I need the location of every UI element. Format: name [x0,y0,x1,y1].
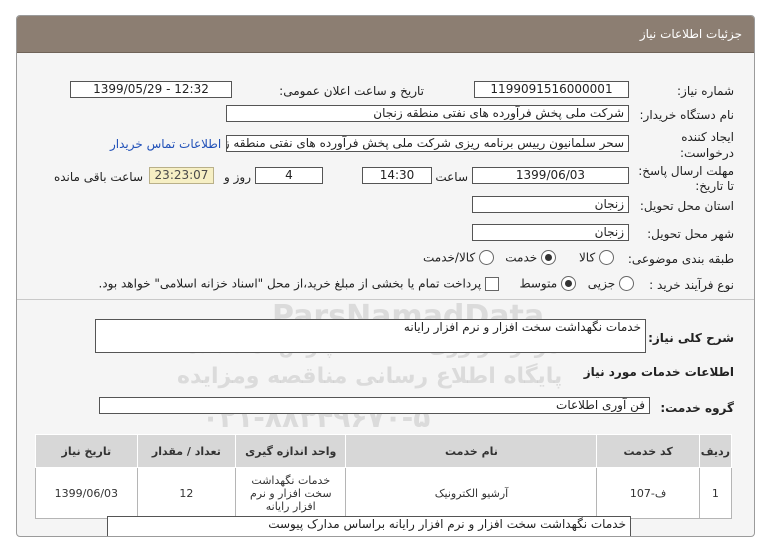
category-label: طبقه بندی موضوعی: [627,252,734,266]
col-unit: واحد اندازه گیری [235,434,347,468]
table-row: 1 ف-107 آرشیو الکترونیک خدمات نگهداشت سخ… [35,467,733,519]
radio-goods-service[interactable] [479,250,494,265]
deadline-date-field: 1399/06/03 [472,167,629,184]
services-info-title: اطلاعات خدمات مورد نیاز [583,365,734,379]
deadline-time-label: ساعت [435,170,468,184]
panel-title: جزئیات اطلاعات نیاز [17,16,754,53]
buyer-org-field: شرکت ملی پخش فرآورده های نفتی منطقه زنجا… [226,105,629,122]
deadline-time-field: 14:30 [362,167,432,184]
service-group-field: فن آوری اطلاعات [99,397,650,414]
summary-label: شرح کلی نیاز: [648,331,734,345]
description-field: خدمات نگهداشت سخت افزار و نرم افزار رایا… [107,516,631,536]
radio-goods[interactable] [599,250,614,265]
category-option-goods[interactable]: کالا [579,250,614,265]
watermark-line-3: پایگاه اطلاع رسانی مناقصه ومزایده [177,364,563,389]
deadline-label-1: مهلت ارسال پاسخ: [638,164,734,178]
service-group-label: گروه خدمت: [660,401,734,415]
treasury-checkbox-label: پرداخت تمام یا بخشی از مبلغ خرید،از محل … [98,276,482,291]
cell-need-date: 1399/06/03 [35,467,138,519]
requester-label-2: درخواست: [680,146,734,160]
category-option-service-label: خدمت [505,250,538,265]
divider-1 [17,299,754,300]
col-need-date: تاریخ نیاز [35,434,138,468]
remaining-time-field: 23:23:07 [149,167,214,184]
summary-field: خدمات نگهداشت سخت افزار و نرم افزار رایا… [95,319,646,353]
need-number-label: شماره نیاز: [677,84,734,98]
cell-row-number: 1 [698,467,733,519]
need-number-field: 1199091516000001 [474,81,629,98]
province-label: استان محل تحویل: [639,199,734,213]
days-label: روز و [224,170,251,184]
purchase-option-medium-label: متوسط [519,276,558,291]
buyer-contact-link[interactable]: اطلاعات تماس خریدار [110,137,221,151]
cell-quantity: 12 [136,467,237,519]
remaining-label: ساعت باقی مانده [53,170,143,184]
services-table: ردیف کد خدمت نام خدمت واحد اندازه گیری ت… [35,434,733,519]
cell-unit: خدمات نگهداشت سخت افزار و نرم افزار رایا… [235,467,347,519]
need-details-panel: جزئیات اطلاعات نیاز ParsNamadData مرکز ف… [16,15,755,537]
purchase-option-minor-label: جزیی [587,276,616,291]
col-row-number: ردیف [698,434,733,468]
cell-service-name: آرشیو الکترونیک [345,467,598,519]
purchase-option-minor[interactable]: جزیی [588,276,634,291]
days-remaining-field: 4 [255,167,323,184]
purchase-option-medium[interactable]: متوسط [519,276,576,291]
cell-service-code: ف-107 [596,467,700,519]
col-service-name: نام خدمت [345,434,598,468]
city-label: شهر محل تحویل: [647,227,734,241]
category-option-goods-service[interactable]: کالا/خدمت [423,250,494,265]
category-option-goods-label: کالا [578,250,596,265]
purchase-type-label: نوع فرآیند خرید : [649,278,734,292]
category-option-goods-service-label: کالا/خدمت [422,250,476,265]
announce-field: 1399/05/29 - 12:32 [70,81,232,98]
deadline-label-2: تا تاریخ: [695,179,734,193]
requester-field: سحر سلمانیون رییس برنامه ریزی شرکت ملی پ… [226,135,629,152]
treasury-payment-option[interactable]: پرداخت تمام یا بخشی از مبلغ خرید،از محل … [98,276,499,291]
radio-medium[interactable] [561,276,576,291]
buyer-org-label: نام دستگاه خریدار: [639,108,735,122]
province-field: زنجان [472,196,629,213]
requester-label-1: ایجاد کننده [681,130,734,144]
category-option-service[interactable]: خدمت [505,250,556,265]
city-field: زنجان [472,224,629,241]
treasury-checkbox[interactable] [485,276,499,291]
table-header-row: ردیف کد خدمت نام خدمت واحد اندازه گیری ت… [35,434,733,468]
radio-minor[interactable] [619,276,634,291]
col-quantity: تعداد / مقدار [136,434,237,468]
announce-label: تاریخ و ساعت اعلان عمومی: [279,84,424,98]
col-service-code: کد خدمت [596,434,700,468]
radio-service[interactable] [541,250,556,265]
